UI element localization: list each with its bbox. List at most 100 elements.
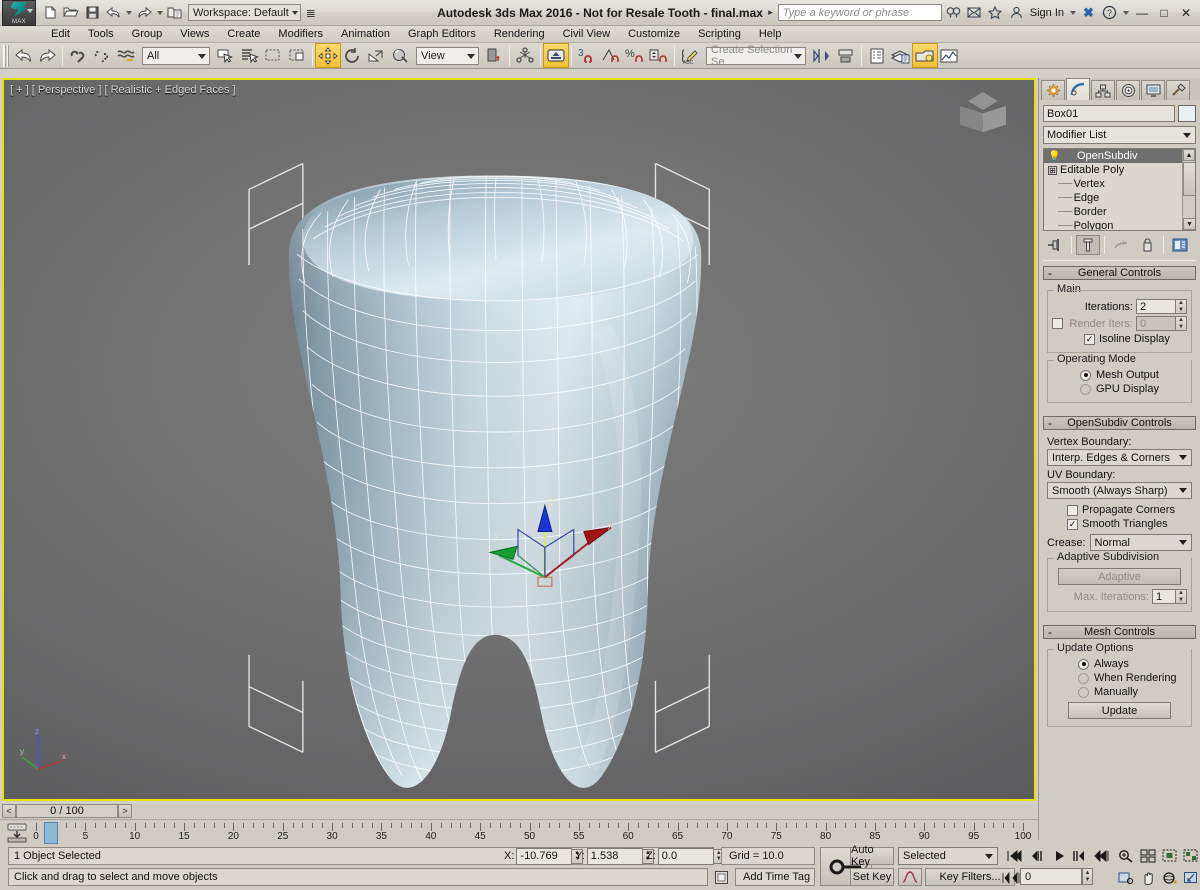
undo-dropdown-icon[interactable] — [124, 3, 133, 23]
minimize-window-button[interactable]: — — [1132, 2, 1152, 24]
set-key-button[interactable]: Set Key — [850, 868, 894, 886]
go-to-end-button[interactable] — [1093, 847, 1111, 865]
render-iters-spin-arrows[interactable]: ▲ ▼ — [1176, 316, 1187, 331]
modifier-list-combo[interactable]: Modifier List — [1043, 126, 1196, 144]
sign-in-button[interactable]: Sign In — [1028, 7, 1066, 19]
menu-item-animation[interactable]: Animation — [332, 28, 399, 40]
uv-boundary-dropdown[interactable]: Smooth (Always Sharp) — [1047, 482, 1192, 499]
selection-filter-combo[interactable]: All — [142, 46, 210, 65]
manually-radio[interactable] — [1078, 686, 1089, 698]
favorites-star-icon[interactable] — [986, 3, 1005, 22]
current-frame-display[interactable]: 0 / 100 — [16, 804, 118, 818]
play-animation-button[interactable] — [1051, 847, 1069, 865]
expand-box-icon[interactable]: ⊞ — [1048, 165, 1057, 175]
rollout-header-general-controls[interactable]: - General Controls — [1043, 266, 1196, 280]
edit-named-selection-sets-button[interactable]: ABC — [678, 44, 702, 67]
sign-in-dropdown-icon[interactable] — [1068, 3, 1077, 23]
render-iters-spinner[interactable]: 0 ▲ ▼ — [1136, 316, 1187, 331]
adaptive-button[interactable]: Adaptive — [1058, 568, 1181, 585]
isoline-display-checkbox[interactable]: ✓ — [1084, 333, 1095, 345]
modifier-stack-item-border[interactable]: ── Border — [1044, 205, 1182, 219]
previous-frame-button[interactable] — [1028, 847, 1046, 865]
when-rendering-radio[interactable] — [1078, 672, 1089, 684]
menu-item-edit[interactable]: Edit — [42, 28, 79, 40]
search-icon[interactable] — [944, 3, 963, 22]
select-and-scale-button[interactable] — [364, 44, 388, 67]
maximize-viewport-button[interactable] — [1182, 869, 1200, 887]
modifier-stack-item-polygon[interactable]: ── Polygon — [1044, 219, 1182, 230]
create-tab[interactable] — [1041, 80, 1065, 100]
perspective-viewport[interactable]: [ + ] [ Perspective ] [ Realistic + Edge… — [2, 78, 1036, 801]
go-to-start-button[interactable] — [1005, 847, 1023, 865]
percent-snap-toggle-button[interactable]: % — [623, 44, 647, 67]
rectangular-selection-region-button[interactable] — [261, 44, 285, 67]
update-button[interactable]: Update — [1068, 702, 1171, 719]
help-dropdown-icon[interactable] — [1121, 3, 1130, 23]
search-input[interactable]: Type a keyword or phrase — [777, 4, 942, 21]
modify-tab[interactable] — [1066, 78, 1090, 100]
reference-coordinate-system-combo[interactable]: View — [416, 46, 479, 65]
lightbulb-icon[interactable]: 💡 — [1048, 151, 1061, 162]
set-project-folder-button[interactable] — [165, 3, 185, 23]
y-coordinate-field[interactable]: Y: 1.538 ▲ ▼ — [575, 847, 654, 865]
add-time-tag-button[interactable]: Add Time Tag — [735, 868, 815, 886]
max-iterations-spinner[interactable]: 1 ▲ ▼ — [1152, 589, 1187, 604]
scroll-up-button[interactable]: ▲ — [1183, 149, 1195, 161]
modifier-stack-item-edge[interactable]: ── Edge — [1044, 191, 1182, 205]
layer-explorer-button[interactable] — [865, 44, 889, 67]
save-file-button[interactable] — [82, 3, 102, 23]
select-by-name-button[interactable] — [237, 44, 261, 67]
select-object-button[interactable] — [213, 44, 237, 67]
undo-toolbar-button[interactable] — [11, 44, 35, 67]
auto-key-button[interactable]: Auto Key — [850, 844, 894, 868]
close-window-button[interactable]: ✕ — [1176, 2, 1196, 24]
collapse-icon[interactable]: - — [1048, 625, 1052, 639]
snaps-toggle-button[interactable]: 3 — [575, 44, 599, 67]
field-of-view-button[interactable] — [1117, 869, 1135, 887]
iterations-spin-arrows[interactable]: ▲ ▼ — [1176, 299, 1187, 314]
default-in-out-tangents-button[interactable] — [898, 868, 922, 886]
mesh-output-radio[interactable] — [1080, 369, 1091, 381]
redo-toolbar-button[interactable] — [35, 44, 59, 67]
previous-frame-arrow-button[interactable]: < — [2, 804, 16, 818]
undo-button[interactable] — [103, 3, 123, 23]
object-name-input[interactable]: Box01 — [1043, 105, 1175, 122]
zoom-extents-all-button[interactable] — [1182, 847, 1200, 865]
maximize-window-button[interactable]: □ — [1154, 2, 1174, 24]
window-crossing-toggle-button[interactable] — [285, 44, 309, 67]
x-input[interactable]: -10.769 — [516, 847, 573, 865]
material-editor-button[interactable] — [912, 43, 938, 68]
current-frame-input[interactable]: 0 — [1020, 868, 1082, 885]
redo-button[interactable] — [134, 3, 154, 23]
unlink-selection-button[interactable] — [90, 44, 114, 67]
workspace-selector[interactable]: Workspace: Default — [188, 4, 301, 21]
iterations-input[interactable]: 2 — [1136, 299, 1176, 314]
zoom-all-button[interactable] — [1139, 847, 1157, 865]
key-step-button[interactable] — [1002, 869, 1020, 887]
remove-modifier-button[interactable] — [1135, 235, 1159, 255]
spinner-snap-toggle-button[interactable] — [647, 44, 671, 67]
iterations-spinner[interactable]: 2 ▲ ▼ — [1136, 299, 1187, 314]
use-pivot-point-center-button[interactable] — [482, 44, 506, 67]
mirror-button[interactable] — [810, 44, 834, 67]
time-tag-icon[interactable] — [712, 868, 730, 886]
max-iterations-spin-arrows[interactable]: ▲ ▼ — [1176, 589, 1187, 604]
modifier-stack-item-editable-poly[interactable]: ⊞ Editable Poly — [1044, 163, 1182, 177]
rollout-header-mesh-controls[interactable]: - Mesh Controls — [1043, 625, 1196, 639]
menu-item-customize[interactable]: Customize — [619, 28, 689, 40]
smooth-triangles-checkbox[interactable]: ✓ — [1067, 518, 1078, 530]
crease-dropdown[interactable]: Normal — [1089, 534, 1192, 551]
redo-dropdown-icon[interactable] — [155, 3, 164, 23]
track-bar[interactable]: 0 5 10 15 20 25 30 35 40 45 50 55 60 65 70 75 80 85 90 95 10… — [0, 819, 1200, 845]
rollout-header-opensubdiv-controls[interactable]: - OpenSubdiv Controls — [1043, 416, 1196, 430]
use-selection-center-button[interactable] — [513, 44, 537, 67]
collapse-icon[interactable]: - — [1048, 266, 1052, 280]
select-and-link-button[interactable] — [66, 44, 90, 67]
max-iterations-input[interactable]: 1 — [1152, 589, 1176, 604]
user-account-icon[interactable] — [1007, 3, 1026, 22]
communication-center-icon[interactable] — [965, 3, 984, 22]
select-and-place-button[interactable] — [388, 44, 412, 67]
object-color-swatch[interactable] — [1178, 105, 1196, 122]
menu-item-civil-view[interactable]: Civil View — [554, 28, 619, 40]
help-icon[interactable]: ? — [1100, 3, 1119, 22]
